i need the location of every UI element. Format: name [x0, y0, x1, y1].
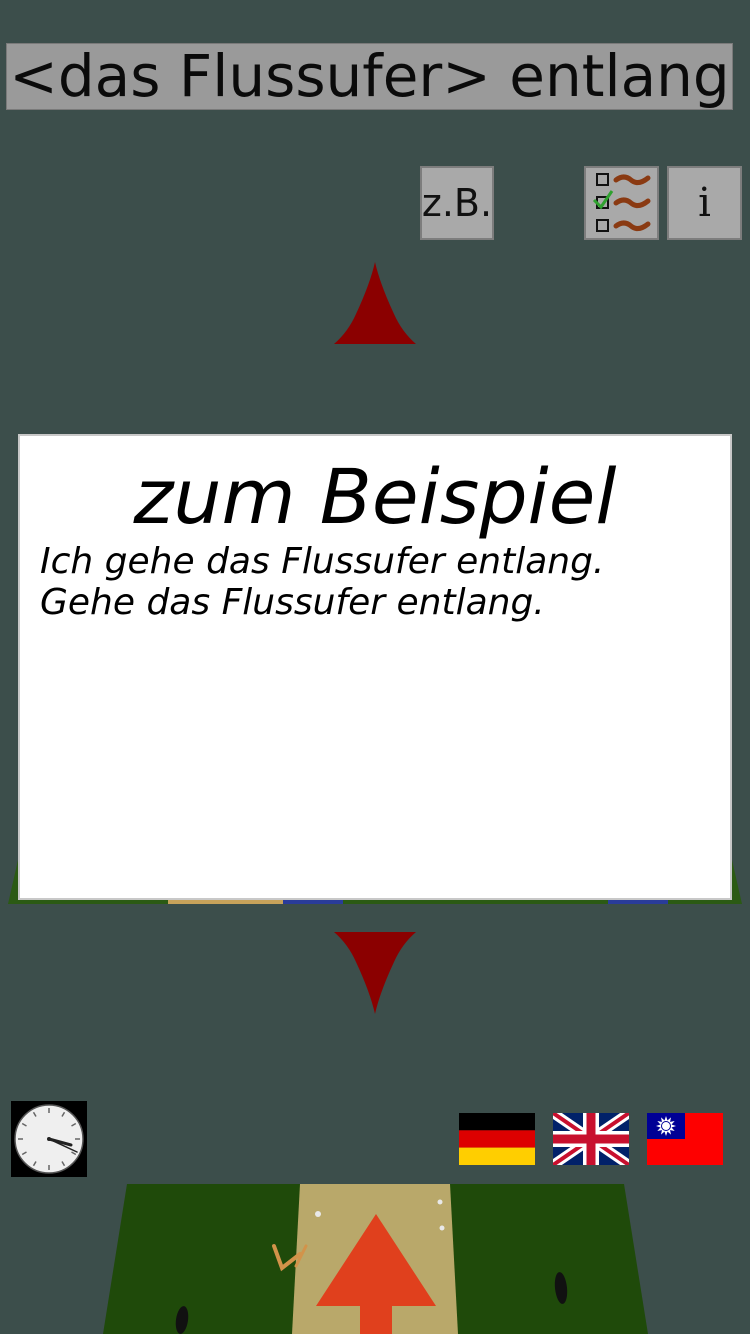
- example-sentence: Gehe das Flussufer entlang.: [40, 582, 545, 623]
- triangle-up-icon[interactable]: [332, 262, 418, 346]
- clock-icon: [14, 1104, 84, 1174]
- example-card: zum Beispiel Ich gehe das Flussufer entl…: [18, 434, 732, 900]
- word-title: <das Flussufer> entlang: [6, 43, 733, 110]
- flag-uk-icon[interactable]: [553, 1113, 629, 1165]
- info-button-label: i: [698, 180, 711, 226]
- checklist-button[interactable]: [584, 166, 659, 240]
- clock-button[interactable]: [11, 1101, 87, 1177]
- example-button[interactable]: z.B.: [420, 166, 494, 240]
- game-field: [103, 1184, 648, 1334]
- flag-taiwan-icon[interactable]: [647, 1113, 723, 1165]
- example-button-label: z.B.: [421, 181, 493, 225]
- card-heading: zum Beispiel: [133, 452, 617, 541]
- example-sentence: Ich gehe das Flussufer entlang.: [40, 541, 605, 582]
- triangle-down-icon[interactable]: [332, 930, 418, 1014]
- flag-germany-icon[interactable]: [459, 1113, 535, 1165]
- info-button[interactable]: i: [667, 166, 742, 240]
- checklist-icon: [592, 173, 651, 232]
